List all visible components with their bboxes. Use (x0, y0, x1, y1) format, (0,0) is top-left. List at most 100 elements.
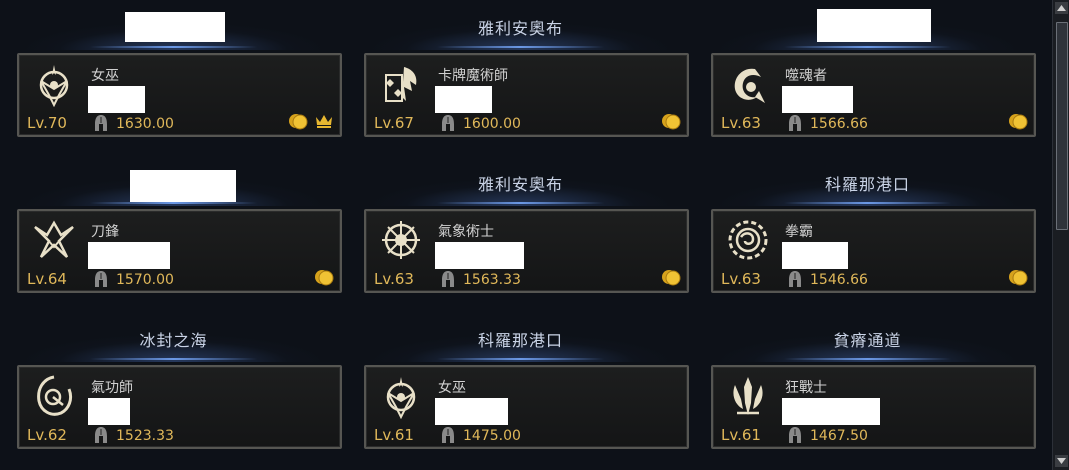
redacted-character-name (435, 398, 508, 425)
server-header: 雅利安奧布 (347, 0, 694, 50)
class-name: 卡牌魔術師 (438, 68, 508, 84)
character-level: Lv.61 (721, 426, 761, 444)
helmet-icon (789, 115, 801, 131)
server-name: 科羅那港口 (477, 331, 563, 350)
character-slot: 噬魂者 Lv.63 1566.66 (694, 0, 1041, 156)
arcanist-emblem-icon (385, 67, 417, 102)
character-grid: 女巫 Lv.70 1630.00 雅利安奧布 卡牌魔術師 Lv.67 1600.… (0, 0, 1052, 470)
redacted-character-name (88, 242, 170, 269)
gold-coin-icon (289, 114, 308, 130)
character-slot: 貧瘠通道 狂戰士 Lv.61 1467.50 (694, 312, 1041, 468)
redacted-character-name (782, 86, 853, 113)
character-card[interactable]: 拳霸 Lv.63 1546.66 (711, 209, 1036, 293)
character-slot: 刀鋒 Lv.64 1570.00 (0, 156, 347, 312)
class-name: 拳霸 (785, 224, 813, 240)
scroll-down-button[interactable] (1055, 455, 1068, 467)
scrapper-emblem-icon (728, 220, 768, 260)
character-card[interactable]: 女巫 Lv.70 1630.00 (17, 53, 342, 137)
character-slot: 科羅那港口 拳霸 Lv.63 1546.66 (694, 156, 1041, 312)
character-level: Lv.63 (721, 270, 761, 288)
item-level: 1467.50 (810, 428, 868, 444)
character-level: Lv.61 (374, 426, 414, 444)
helmet-icon (95, 427, 107, 443)
server-header (0, 0, 347, 50)
sorceress-emblem-icon (39, 65, 69, 107)
character-slot: 雅利安奧布 卡牌魔術師 Lv.67 1600.00 (347, 0, 694, 156)
server-name: 貧瘠通道 (833, 331, 902, 350)
gold-coin-icon (315, 270, 334, 286)
server-header: 雅利安奧布 (347, 156, 694, 206)
redacted-character-name (782, 242, 848, 269)
item-level: 1546.66 (810, 272, 868, 288)
scroll-thumb[interactable] (1056, 22, 1068, 230)
redacted-server-name (125, 12, 225, 42)
item-level: 1630.00 (116, 116, 174, 132)
helmet-icon (95, 271, 107, 287)
class-name: 女巫 (438, 380, 466, 396)
server-header: 科羅那港口 (694, 156, 1041, 206)
redacted-character-name (88, 86, 145, 113)
triangle-up-icon (1057, 5, 1066, 11)
server-name: 雅利安奧布 (477, 19, 563, 38)
character-slot: 雅利安奧布 氣象術士 Lv.63 1563.33 (347, 156, 694, 312)
vertical-scrollbar[interactable] (1052, 0, 1069, 470)
server-header (0, 156, 347, 206)
character-card[interactable]: 噬魂者 Lv.63 1566.66 (711, 53, 1036, 137)
server-header: 貧瘠通道 (694, 312, 1041, 362)
redacted-character-name (435, 242, 524, 269)
crown-icon (316, 115, 332, 128)
character-level: Lv.64 (27, 270, 67, 288)
scroll-up-button[interactable] (1055, 2, 1068, 14)
aeromancer-emblem-icon (382, 221, 420, 259)
redacted-character-name (88, 398, 130, 425)
character-card[interactable]: 刀鋒 Lv.64 1570.00 (17, 209, 342, 293)
character-level: Lv.67 (374, 114, 414, 132)
helmet-icon (789, 427, 801, 443)
redacted-server-name (817, 9, 931, 42)
item-level: 1570.00 (116, 272, 174, 288)
sorceress-emblem-icon (386, 377, 416, 419)
server-name: 雅利安奧布 (477, 175, 563, 194)
character-level: Lv.70 (27, 114, 67, 132)
class-name: 氣象術士 (438, 224, 494, 240)
server-header: 冰封之海 (0, 312, 347, 362)
soulfist-emblem-icon (37, 375, 73, 416)
server-name: 科羅那港口 (824, 175, 910, 194)
item-level: 1600.00 (463, 116, 521, 132)
character-slot: 科羅那港口 女巫 Lv.61 1475.00 (347, 312, 694, 468)
class-name: 狂戰士 (785, 380, 827, 396)
class-name: 女巫 (91, 68, 119, 84)
redacted-character-name (435, 86, 492, 113)
character-level: Lv.62 (27, 426, 67, 444)
gold-coin-icon (662, 114, 681, 130)
character-card[interactable]: 狂戰士 Lv.61 1467.50 (711, 365, 1036, 449)
character-card[interactable]: 卡牌魔術師 Lv.67 1600.00 (364, 53, 689, 137)
triangle-down-icon (1057, 458, 1066, 464)
character-slot: 女巫 Lv.70 1630.00 (0, 0, 347, 156)
gold-coin-icon (1009, 270, 1028, 286)
character-card[interactable]: 女巫 Lv.61 1475.00 (364, 365, 689, 449)
character-card[interactable]: 氣功師 Lv.62 1523.33 (17, 365, 342, 449)
helmet-icon (789, 271, 801, 287)
gold-coin-icon (662, 270, 681, 286)
helmet-icon (442, 271, 454, 287)
server-header (694, 0, 1041, 50)
helmet-icon (442, 427, 454, 443)
character-level: Lv.63 (721, 114, 761, 132)
helmet-icon (442, 115, 454, 131)
class-name: 氣功師 (91, 380, 133, 396)
redacted-server-name (130, 170, 236, 202)
server-name: 冰封之海 (139, 331, 208, 350)
gold-coin-icon (1009, 114, 1028, 130)
class-name: 刀鋒 (91, 224, 119, 240)
redacted-character-name (782, 398, 880, 425)
deathblade-emblem-icon (34, 220, 74, 258)
item-level: 1563.33 (463, 272, 521, 288)
item-level: 1566.66 (810, 116, 868, 132)
item-level: 1475.00 (463, 428, 521, 444)
character-card[interactable]: 氣象術士 Lv.63 1563.33 (364, 209, 689, 293)
berserker-emblem-icon (733, 377, 763, 415)
character-level: Lv.63 (374, 270, 414, 288)
souleater-emblem-icon (734, 68, 765, 103)
class-name: 噬魂者 (785, 68, 827, 84)
